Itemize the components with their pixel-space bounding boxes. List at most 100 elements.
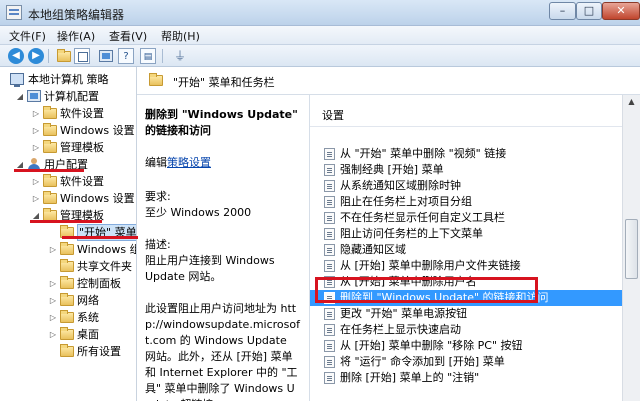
policy-row-label: 在任务栏上显示快速启动 [340, 323, 461, 336]
menu-view[interactable]: 查看(V) [106, 28, 150, 44]
expand-arrow-icon[interactable]: ▷ [32, 122, 40, 139]
expand-arrow-icon[interactable]: ▷ [32, 105, 40, 122]
policy-setting-icon [324, 260, 335, 272]
policy-row-label: 从 [开始] 菜单中删除用户文件夹链接 [340, 259, 521, 272]
annotation-underline-user-config [14, 169, 84, 172]
folder-icon [43, 106, 57, 119]
toolbar-separator [162, 49, 163, 63]
menu-help[interactable]: 帮助(H) [158, 28, 203, 44]
folder-icon [43, 123, 57, 136]
up-folder-icon[interactable] [56, 48, 72, 64]
description-label: 描述: [145, 238, 171, 251]
description-text: 阻止用户连接到 Windows Update 网站。 [145, 254, 275, 283]
title-bar[interactable]: 本地组策略编辑器 – □ ✕ [0, 0, 640, 26]
tree-item-label: 控制面板 [77, 277, 121, 290]
menu-file[interactable]: 文件(F) [6, 28, 49, 44]
expand-arrow-icon[interactable]: ▷ [49, 275, 57, 292]
policy-row[interactable]: 从 [开始] 菜单中删除用户文件夹链接 [310, 258, 630, 274]
policy-row[interactable]: 删除 [开始] 菜单上的 "注销" [310, 370, 630, 386]
tree-item-all-settings[interactable]: 所有设置 [0, 343, 136, 360]
filter-icon[interactable]: ⏚ [172, 48, 188, 64]
policy-setting-icon [324, 196, 335, 208]
scrollbar-thumb[interactable] [625, 219, 638, 279]
requirements-label: 要求: [145, 190, 171, 203]
expand-arrow-icon[interactable]: ▷ [49, 292, 57, 309]
close-button[interactable]: ✕ [602, 2, 640, 20]
expand-arrow-icon[interactable]: ▷ [32, 190, 40, 207]
folder-icon [60, 310, 74, 323]
tree-item-label: 软件设置 [60, 175, 104, 188]
tree-item-user-software[interactable]: ▷ 软件设置 [0, 173, 136, 190]
tree-item-local-policy[interactable]: 本地计算机 策略 [0, 71, 136, 88]
tree-item-network[interactable]: ▷ 网络 [0, 292, 136, 309]
tree-item-user-windows[interactable]: ▷ Windows 设置 [0, 190, 136, 207]
policy-row-label: 不在任务栏显示任何自定义工具栏 [340, 211, 505, 224]
policy-row[interactable]: 从 [开始] 菜单中删除 "移除 PC" 按钮 [310, 338, 630, 354]
tree-item-label: 管理模板 [60, 141, 104, 154]
toolbar-separator [48, 49, 49, 63]
computer-policy-icon [10, 73, 24, 87]
policy-row[interactable]: 更改 "开始" 菜单电源按钮 [310, 306, 630, 322]
policy-setting-icon [324, 228, 335, 240]
menu-action[interactable]: 操作(A) [54, 28, 98, 44]
tree-item-label: 桌面 [77, 328, 99, 341]
requirements-value: 至少 Windows 2000 [145, 206, 252, 219]
expand-arrow-icon[interactable]: ▷ [49, 241, 57, 258]
policy-row[interactable]: 将 "运行" 命令添加到 [开始] 菜单 [310, 354, 630, 370]
maximize-button[interactable]: □ [576, 2, 602, 20]
expand-arrow-icon[interactable]: ▷ [32, 139, 40, 156]
tree-item-windows-components[interactable]: ▷ Windows 组 [0, 241, 137, 258]
policy-row[interactable]: 从 "开始" 菜单中删除 "视频" 链接 [310, 146, 630, 162]
tree-item-label: Windows 组 [77, 243, 137, 256]
policy-settings-link[interactable]: 策略设置 [167, 156, 211, 169]
toolbar: ◀ ▶ ? ▤ ⏚ [0, 45, 640, 67]
policy-row[interactable]: 不在任务栏显示任何自定义工具栏 [310, 210, 630, 226]
properties-icon[interactable]: ▤ [140, 48, 156, 64]
tree-item-label: 系统 [77, 311, 99, 324]
folder-icon [60, 259, 74, 272]
policy-setting-icon [324, 308, 335, 320]
folder-icon [43, 174, 57, 187]
policy-row[interactable]: 强制经典 [开始] 菜单 [310, 162, 630, 178]
expand-arrow-icon[interactable]: ▷ [49, 326, 57, 343]
policy-row[interactable]: 在任务栏上显示快速启动 [310, 322, 630, 338]
expand-arrow-icon[interactable]: ▷ [49, 309, 57, 326]
tree-item-label: Windows 设置 [60, 124, 135, 137]
edit-policy-line: 编辑策略设置 [145, 155, 301, 171]
tree-item-computer-config[interactable]: ◢ 计算机配置 [0, 88, 136, 105]
tree-item-label: 软件设置 [60, 107, 104, 120]
minimize-button[interactable]: – [549, 2, 576, 20]
policy-description-panel: 删除到 "Windows Update" 的链接和访问 编辑策略设置 要求: 至… [137, 95, 307, 401]
policy-setting-icon [324, 372, 335, 384]
tree-item-label: 所有设置 [77, 345, 121, 358]
policy-row-label: 阻止在任务栏上对项目分组 [340, 195, 472, 208]
policy-row[interactable]: 阻止在任务栏上对项目分组 [310, 194, 630, 210]
collapse-arrow-icon[interactable]: ◢ [16, 88, 24, 105]
annotation-highlight-box [315, 277, 538, 303]
settings-list: 设置 从 "开始" 菜单中删除 "视频" 链接 强制经典 [开始] 菜单 从系统通知… [309, 95, 640, 401]
tree-item-shared-folders[interactable]: 共享文件夹 [0, 258, 136, 275]
app-icon [6, 5, 22, 20]
tree-item-control-panel[interactable]: ▷ 控制面板 [0, 275, 136, 292]
show-tree-icon[interactable] [74, 48, 90, 64]
policy-row[interactable]: 阻止访问任务栏的上下文菜单 [310, 226, 630, 242]
scroll-up-icon[interactable]: ▲ [625, 97, 638, 110]
back-icon[interactable]: ◀ [8, 48, 24, 64]
forward-icon[interactable]: ▶ [28, 48, 44, 64]
policy-row[interactable]: 从系统通知区域删除时钟 [310, 178, 630, 194]
tree-item-computer-windows[interactable]: ▷ Windows 设置 [0, 122, 136, 139]
folder-title: "开始" 菜单和任务栏 [173, 76, 275, 89]
expand-arrow-icon[interactable]: ▷ [32, 173, 40, 190]
folder-icon [43, 191, 57, 204]
menu-bar: 文件(F) 操作(A) 查看(V) 帮助(H) [0, 26, 640, 45]
export-list-icon[interactable] [98, 48, 114, 64]
tree-item-computer-admin[interactable]: ▷ 管理模板 [0, 139, 136, 156]
tree-item-desktop[interactable]: ▷ 桌面 [0, 326, 136, 343]
tree-item-system[interactable]: ▷ 系统 [0, 309, 136, 326]
column-header-setting[interactable]: 设置 [310, 101, 640, 127]
policy-row[interactable]: 隐藏通知区域 [310, 242, 630, 258]
edit-prefix: 编辑 [145, 156, 167, 169]
tree-item-computer-software[interactable]: ▷ 软件设置 [0, 105, 136, 122]
help-icon[interactable]: ? [118, 48, 134, 64]
vertical-scrollbar[interactable]: ▲ [622, 95, 640, 401]
